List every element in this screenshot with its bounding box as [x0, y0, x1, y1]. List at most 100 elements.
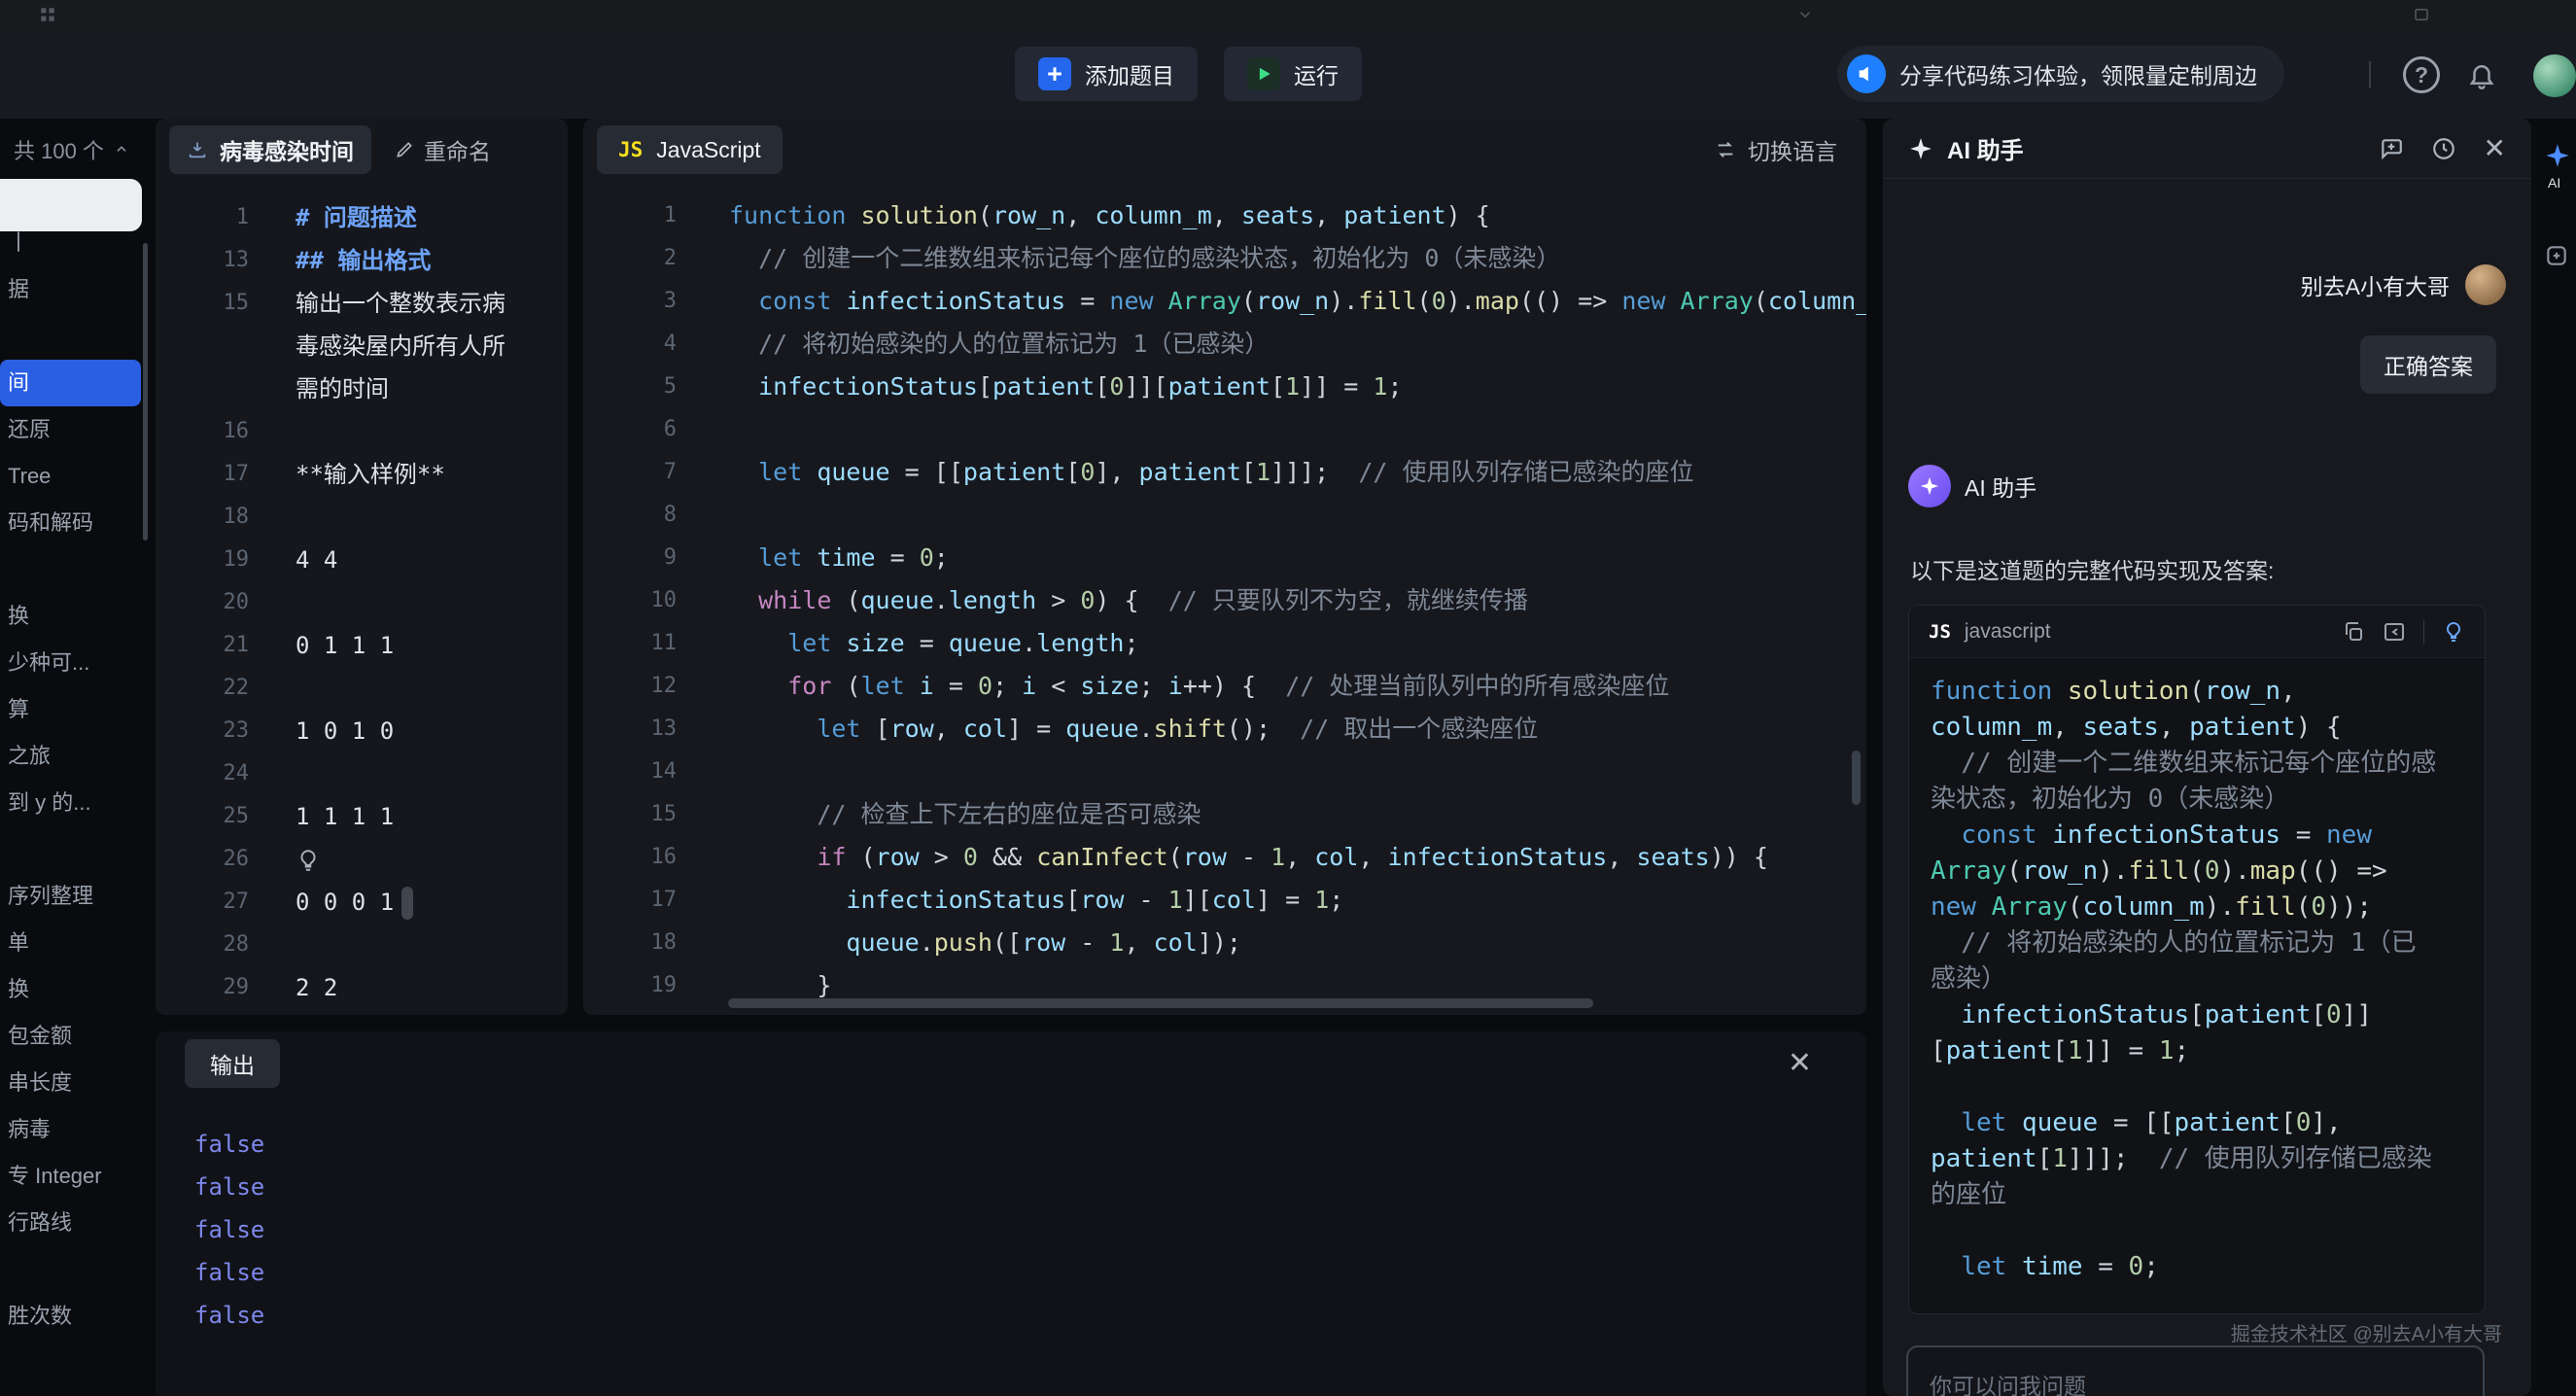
editor-vertical-scrollbar[interactable]	[1852, 750, 1861, 805]
header-divider	[2369, 61, 2371, 88]
code-line: 11 let size = queue.length;	[583, 622, 1866, 665]
code-line: 10 while (queue.length > 0) { // 只要队列不为空…	[583, 579, 1866, 622]
sidebar-item[interactable]: 还原	[0, 406, 141, 453]
code-line: 15 // 检查上下左右的座位是否可感染	[583, 793, 1866, 836]
output-line: false	[194, 1123, 1866, 1166]
close-icon[interactable]: ✕	[1788, 1049, 1812, 1078]
sidebar-item[interactable]: Tree	[0, 453, 141, 500]
sidebar-item[interactable]: 序列整理	[0, 873, 141, 920]
sidebar-item[interactable]: 胜次数	[0, 1293, 141, 1340]
ai-panel-header: AI 助手 ✕	[1883, 119, 2531, 179]
window-icon[interactable]	[2413, 6, 2430, 23]
copy-icon[interactable]	[2342, 620, 2365, 644]
code-line-text: // 将初始感染的人的位置标记为 1（已感染）	[729, 323, 1269, 366]
line-number: 13	[156, 239, 249, 282]
sidebar-item[interactable]: 病毒	[0, 1106, 141, 1153]
line-number: 6	[583, 408, 677, 451]
insert-code-icon[interactable]	[2383, 620, 2406, 644]
problem-line-text: 1 0 1 0	[296, 710, 394, 752]
history-icon[interactable]	[2431, 136, 2456, 161]
problem-line-text: 2 2	[296, 966, 337, 1009]
sidebar-item[interactable]: 丨	[0, 220, 141, 266]
output-tab[interactable]: 输出	[185, 1039, 280, 1088]
os-topbar	[0, 0, 2576, 33]
play-icon	[1247, 57, 1280, 90]
sidebar-item[interactable]: 盟	[0, 1386, 141, 1396]
line-number: 9	[583, 537, 677, 579]
sidebar-item[interactable]: 单	[0, 920, 141, 966]
ai-rail-icon[interactable]	[2544, 142, 2571, 169]
problem-line-text: 1 1 1 1	[296, 795, 394, 838]
line-number: 8	[583, 494, 677, 537]
right-rail: AI	[2540, 119, 2576, 1396]
rename-button[interactable]: 重命名	[395, 133, 491, 166]
problem-panel-header: 病毒感染时间 重命名	[156, 119, 568, 181]
grid-icon[interactable]	[39, 6, 56, 23]
assistant-intro-text: 以下是这道题的完整代码实现及答案:	[1910, 552, 2274, 585]
code-line: 9 let time = 0;	[583, 537, 1866, 579]
sidebar-item[interactable]: 之旅	[0, 733, 141, 780]
hint-bulb-icon[interactable]	[2442, 620, 2465, 644]
plugin-rail-icon[interactable]	[2544, 243, 2569, 268]
close-icon[interactable]: ✕	[2484, 135, 2506, 162]
code-line: 3 const infectionStatus = new Array(row_…	[583, 280, 1866, 323]
problem-editor[interactable]: 1# 问题描述13## 输出格式15输出一个整数表示病毒感染屋内所有人所需的时间…	[156, 181, 568, 1015]
run-button[interactable]: 运行	[1224, 47, 1362, 101]
sidebar-item[interactable]: 换	[0, 593, 141, 640]
line-number: 25	[156, 795, 249, 838]
sidebar-item[interactable]: 算	[0, 686, 141, 733]
sidebar-item[interactable]	[0, 546, 141, 593]
add-question-button[interactable]: + 添加题目	[1015, 47, 1198, 101]
user-avatar[interactable]	[2533, 54, 2576, 97]
code-line: 18 queue.push([row - 1, col]);	[583, 922, 1866, 964]
sidebar-item[interactable]: 码和解码	[0, 500, 141, 546]
sidebar-item[interactable]: 到 y 的...	[0, 780, 141, 826]
problem-line: 17**输入样例**	[156, 453, 568, 496]
sidebar-item[interactable]: 据	[0, 266, 141, 313]
sidebar-scrollbar[interactable]	[143, 243, 148, 541]
sidebar-item[interactable]: 间	[0, 360, 141, 406]
sidebar-item[interactable]: 串长度	[0, 1060, 141, 1106]
sidebar-item[interactable]: 行路线	[0, 1200, 141, 1246]
new-chat-icon[interactable]	[2379, 136, 2404, 161]
chevron-up-icon[interactable]	[114, 142, 129, 157]
code-block-language: javascript	[1965, 620, 2051, 644]
bell-icon[interactable]	[2467, 60, 2496, 89]
code-line-text: if (row > 0 && canInfect(row - 1, col, i…	[729, 836, 1768, 879]
sidebar-item[interactable]: 少种可...	[0, 640, 141, 686]
promo-banner[interactable]: 分享代码练习体验，领限量定制周边	[1837, 46, 2284, 102]
sidebar-item[interactable]	[0, 1340, 141, 1386]
sidebar-item[interactable]	[0, 313, 141, 360]
sidebar-item[interactable]: 换	[0, 966, 141, 1013]
ai-chat-input[interactable]	[1906, 1345, 2485, 1396]
sidebar-item[interactable]	[0, 1246, 141, 1293]
sidebar-item[interactable]: 包金额	[0, 1013, 141, 1060]
sidebar-item[interactable]	[0, 826, 141, 873]
language-tab[interactable]: JS JavaScript	[597, 125, 783, 174]
output-header: 输出 ✕	[156, 1031, 1866, 1096]
problem-tab[interactable]: 病毒感染时间	[169, 125, 371, 174]
line-number: 11	[583, 622, 677, 665]
problem-line: 25 1 1 1 1	[156, 795, 568, 838]
problem-line: 231 0 1 0	[156, 710, 568, 752]
code-line-text: while (queue.length > 0) { // 只要队列不为空，就继…	[729, 579, 1528, 622]
output-content: falsefalsefalsefalsefalse	[156, 1096, 1866, 1337]
output-line: false	[194, 1294, 1866, 1337]
lightbulb-icon[interactable]	[296, 848, 321, 873]
editor-horizontal-scrollbar[interactable]	[728, 998, 1593, 1008]
line-number: 16	[583, 836, 677, 879]
help-icon[interactable]: ?	[2403, 56, 2440, 93]
code-editor[interactable]: 1function solution(row_n, column_m, seat…	[583, 181, 1866, 1015]
switch-language-button[interactable]: 切换语言	[1715, 133, 1837, 166]
code-line: 13 let [row, col] = queue.shift(); // 取出…	[583, 708, 1866, 750]
line-number: 21	[156, 624, 249, 667]
code-line: 17 infectionStatus[row - 1][col] = 1;	[583, 879, 1866, 922]
chevron-down-icon[interactable]	[1796, 6, 1814, 23]
problem-line: 18	[156, 496, 568, 539]
code-line-text: infectionStatus[row - 1][col] = 1;	[729, 879, 1343, 922]
editor-header: JS JavaScript 切换语言	[583, 119, 1866, 181]
code-line-text: function solution(row_n, column_m, seats…	[729, 194, 1490, 237]
user-message-bubble: 正确答案	[2360, 335, 2496, 394]
sidebar-item[interactable]: 专 Integer	[0, 1153, 141, 1200]
problem-line: 270 0 0 1	[156, 881, 568, 924]
